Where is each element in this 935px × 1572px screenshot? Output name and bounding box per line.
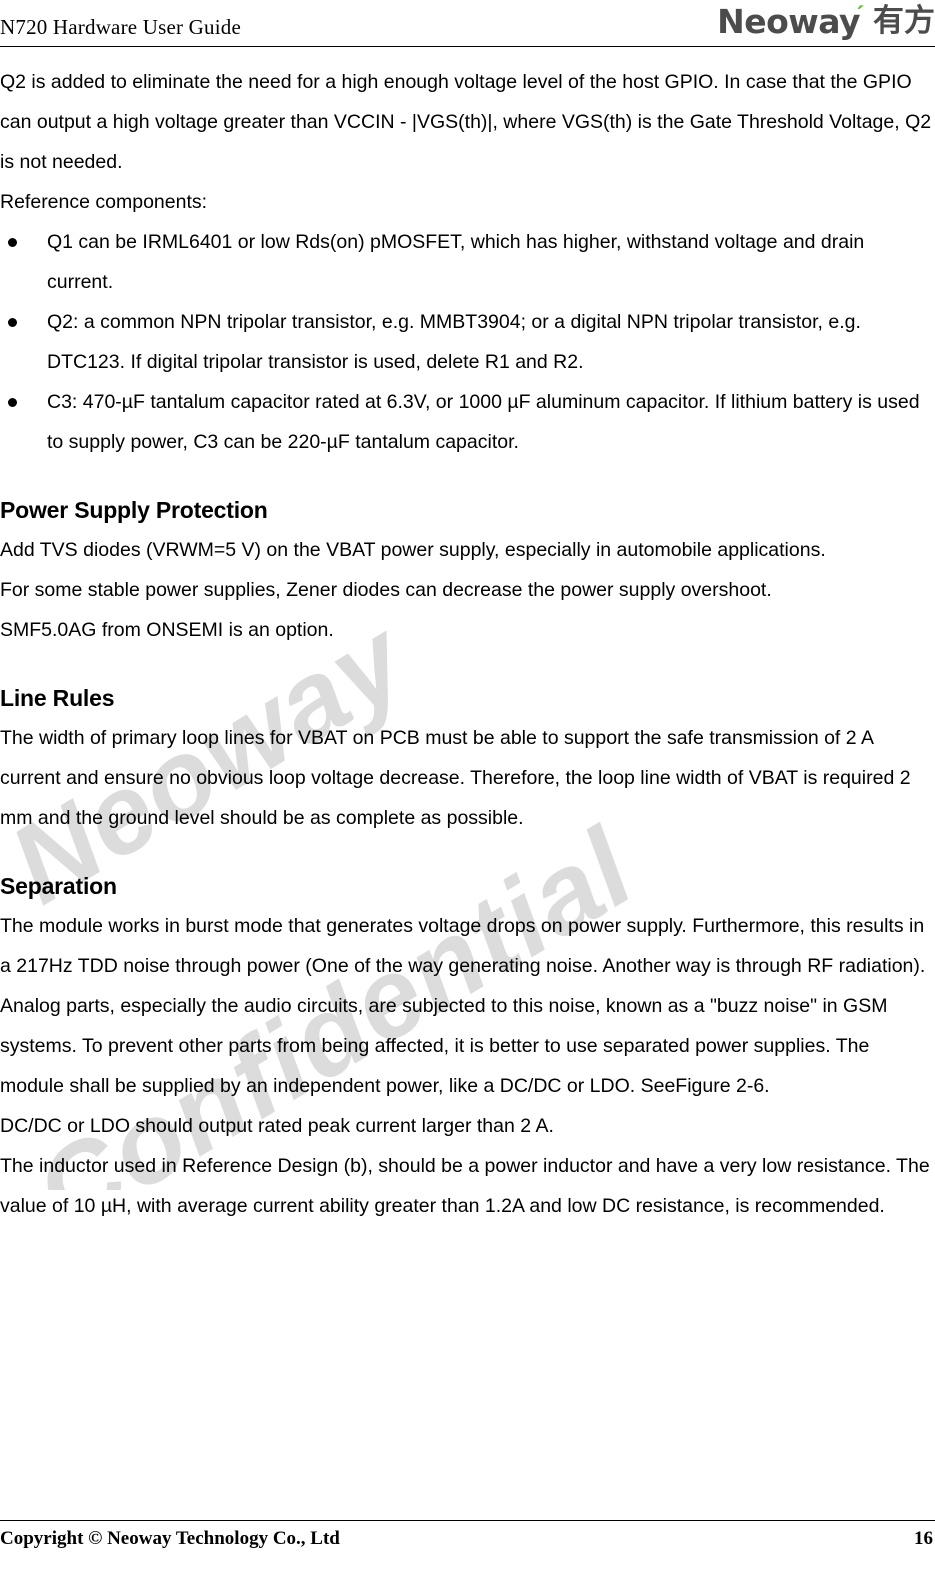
reference-components-list: Q1 can be IRML6401 or low Rds(on) pMOSFE… [0,222,935,462]
page-header: N720 Hardware User Guide Neoway ˊ 有方 [0,0,935,48]
section-paragraph: Add TVS diodes (VRWM=5 V) on the VBAT po… [0,539,826,561]
list-item-text: Q1 can be IRML6401 or low Rds(on) pMOSFE… [47,231,865,293]
intro-paragraph: Q2 is added to eliminate the need for a … [0,71,932,173]
section-paragraph: For some stable power supplies, Zener di… [0,579,772,601]
section-heading-separation: Separation [0,873,117,899]
section-heading-power-supply-protection: Power Supply Protection [0,497,268,523]
document-body: Q2 is added to eliminate the need for a … [0,62,935,1226]
list-item-text: Q2: a common NPN tripolar transistor, e.… [47,311,861,373]
bullet-icon [8,318,17,327]
section-paragraph: DC/DC or LDO should output rated peak cu… [0,1115,554,1137]
logo-tick-icon: ˊ [856,0,865,31]
section-paragraph: The width of primary loop lines for VBAT… [0,727,911,829]
list-item: C3: 470-µF tantalum capacitor rated at 6… [0,382,935,462]
section-paragraph: SMF5.0AG from ONSEMI is an option. [0,619,334,641]
page-number: 16 [914,1528,933,1549]
page-footer: Copyright © Neoway Technology Co., Ltd 1… [0,1512,935,1572]
section-heading-line-rules: Line Rules [0,685,115,711]
section-paragraph: The module works in burst mode that gene… [0,915,926,1097]
logo-chinese-text: 有方 [873,2,935,39]
header-divider [0,46,935,47]
reference-components-label: Reference components: [0,191,208,213]
document-page: Neoway Confidential N720 Hardware User G… [0,0,935,1572]
bullet-icon [8,238,17,247]
footer-copyright: Copyright © Neoway Technology Co., Ltd [0,1528,340,1549]
list-item-text: C3: 470-µF tantalum capacitor rated at 6… [47,391,920,453]
footer-divider [0,1520,935,1521]
neoway-logo: Neoway ˊ 有方 [717,2,935,40]
bullet-icon [8,398,17,407]
header-title: N720 Hardware User Guide [0,15,241,39]
list-item: Q2: a common NPN tripolar transistor, e.… [0,302,935,382]
section-paragraph: The inductor used in Reference Design (b… [0,1155,930,1217]
logo-wordmark: Neoway [717,1,860,41]
list-item: Q1 can be IRML6401 or low Rds(on) pMOSFE… [0,222,935,302]
